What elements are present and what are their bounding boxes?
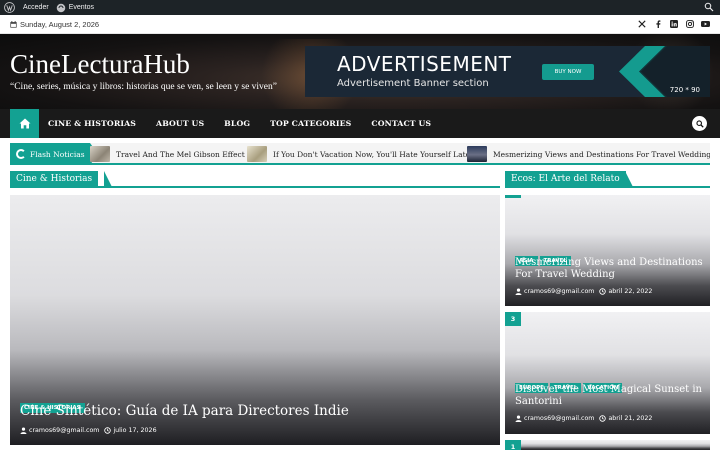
- nav-item-contact-us[interactable]: CONTACT US: [371, 119, 431, 128]
- post-author[interactable]: cramos69@gmail.com: [524, 288, 594, 295]
- site-tagline: “Cine, series, música y libros: historia…: [10, 82, 277, 92]
- featured-post[interactable]: CINE & HISTORIAS Cine Sintético: Guía de…: [10, 195, 500, 445]
- admin-bar: Acceder Eventos: [0, 0, 720, 15]
- card-accent: [505, 195, 521, 198]
- post-meta: cramos69@gmail.com julio 17, 2026: [20, 427, 157, 434]
- youtube-icon[interactable]: [701, 19, 710, 28]
- flash-news-item[interactable]: Travel And The Mel Gibson Effect: [90, 143, 245, 163]
- sidebar-post-title[interactable]: Mesmerizing Views and Destinations For T…: [515, 257, 703, 281]
- nav-item-cine-historias[interactable]: CINE & HISTORIAS: [48, 119, 136, 128]
- flash-news-title: If You Don't Vacation Now, You'll Hate Y…: [273, 149, 474, 159]
- flash-news-item[interactable]: Mesmerizing Views and Destinations For T…: [467, 143, 710, 163]
- main-navigation: CINE & HISTORIAS ABOUT US BLOG TOP CATEG…: [0, 109, 720, 138]
- search-icon: [695, 119, 704, 128]
- events-icon: [56, 3, 65, 12]
- news-thumbnail: [247, 146, 267, 162]
- post-rank-number: 3: [505, 312, 521, 326]
- nav-search-button[interactable]: [692, 116, 707, 131]
- nav-item-top-categories[interactable]: TOP CATEGORIES: [270, 119, 351, 128]
- post-author[interactable]: cramos69@gmail.com: [524, 415, 594, 422]
- ad-subtitle: Advertisement Banner section: [337, 78, 489, 89]
- flash-news-title: Travel And The Mel Gibson Effect: [116, 149, 245, 159]
- site-title[interactable]: CineLecturaHub: [10, 49, 190, 80]
- admin-search-icon[interactable]: [704, 2, 714, 14]
- ad-size: 720 * 90: [669, 86, 700, 94]
- post-date[interactable]: julio 17, 2026: [113, 427, 156, 434]
- instagram-icon[interactable]: [685, 19, 694, 28]
- login-label: Acceder: [23, 4, 49, 11]
- sidebar-section-heading: Ecos: El Arte del Relato: [505, 171, 710, 188]
- post-date[interactable]: abril 21, 2022: [608, 415, 652, 422]
- news-thumbnail: [90, 146, 110, 162]
- events-label: Eventos: [68, 4, 94, 11]
- clock-icon: [599, 288, 607, 295]
- user-icon: [515, 288, 522, 295]
- x-icon[interactable]: [637, 19, 646, 28]
- sidebar-post-card[interactable]: 1: [505, 440, 710, 450]
- events-link[interactable]: Eventos: [56, 3, 94, 13]
- featured-post-title[interactable]: Cine Sintético: Guía de IA para Director…: [20, 403, 349, 419]
- post-rank-number: 1: [505, 440, 521, 450]
- section-title[interactable]: Cine & Historias: [10, 171, 99, 187]
- section-title-tip: [104, 171, 112, 187]
- home-icon: [19, 118, 30, 129]
- main-section-heading: Cine & Historias: [10, 171, 500, 188]
- advertisement-banner[interactable]: ADVERTISEMENT Advertisement Banner secti…: [305, 46, 710, 97]
- flash-news-title: Mesmerizing Views and Destinations For T…: [493, 149, 710, 159]
- nav-item-about-us[interactable]: ABOUT US: [156, 119, 204, 128]
- clock-icon: [104, 427, 112, 434]
- current-date: Sunday, August 2, 2026: [10, 20, 99, 29]
- sidebar-post-title[interactable]: Discover the Most Magical Sunset in Sant…: [515, 384, 703, 408]
- wordpress-logo-icon[interactable]: [3, 1, 16, 14]
- clock-icon: [599, 415, 607, 422]
- ad-title: ADVERTISEMENT: [337, 52, 512, 76]
- calendar-icon: [10, 21, 17, 28]
- top-bar: Sunday, August 2, 2026: [0, 15, 720, 34]
- sidebar-post-card[interactable]: 3 EUROPE TRAVEL VACATION Discover the Most…: [505, 312, 710, 434]
- flash-label-text: Flash Noticias: [30, 149, 85, 159]
- facebook-icon[interactable]: [653, 19, 662, 28]
- news-thumbnail: [467, 146, 487, 162]
- flash-news-item[interactable]: If You Don't Vacation Now, You'll Hate Y…: [247, 143, 474, 163]
- loading-ring-icon: [16, 149, 26, 159]
- linkedin-icon[interactable]: [669, 19, 678, 28]
- nav-item-blog[interactable]: BLOG: [224, 119, 250, 128]
- sidebar-title-tip: [625, 171, 633, 187]
- home-button[interactable]: [10, 109, 39, 138]
- post-meta: cramos69@gmail.com abril 21, 2022: [515, 415, 652, 422]
- post-meta: cramos69@gmail.com abril 22, 2022: [515, 288, 652, 295]
- ad-buy-now-button[interactable]: BUY NOW: [542, 64, 594, 80]
- site-header: CineLecturaHub “Cine, series, música y l…: [0, 34, 720, 109]
- nav-menu: CINE & HISTORIAS ABOUT US BLOG TOP CATEG…: [48, 109, 431, 138]
- login-link[interactable]: Acceder: [23, 4, 49, 11]
- flash-news-label: Flash Noticias: [10, 143, 90, 163]
- flash-news-ticker: Flash Noticias Travel And The Mel Gibson…: [10, 143, 710, 165]
- post-date[interactable]: abril 22, 2022: [608, 288, 652, 295]
- sidebar-section-title[interactable]: Ecos: El Arte del Relato: [505, 171, 626, 187]
- social-links: [637, 19, 710, 28]
- user-icon: [20, 427, 27, 434]
- user-icon: [515, 415, 522, 422]
- post-author[interactable]: cramos69@gmail.com: [29, 427, 99, 434]
- sidebar-post-card[interactable]: ASIA TRAVEL Mesmerizing Views and Destina…: [505, 195, 710, 306]
- date-text: Sunday, August 2, 2026: [20, 20, 100, 29]
